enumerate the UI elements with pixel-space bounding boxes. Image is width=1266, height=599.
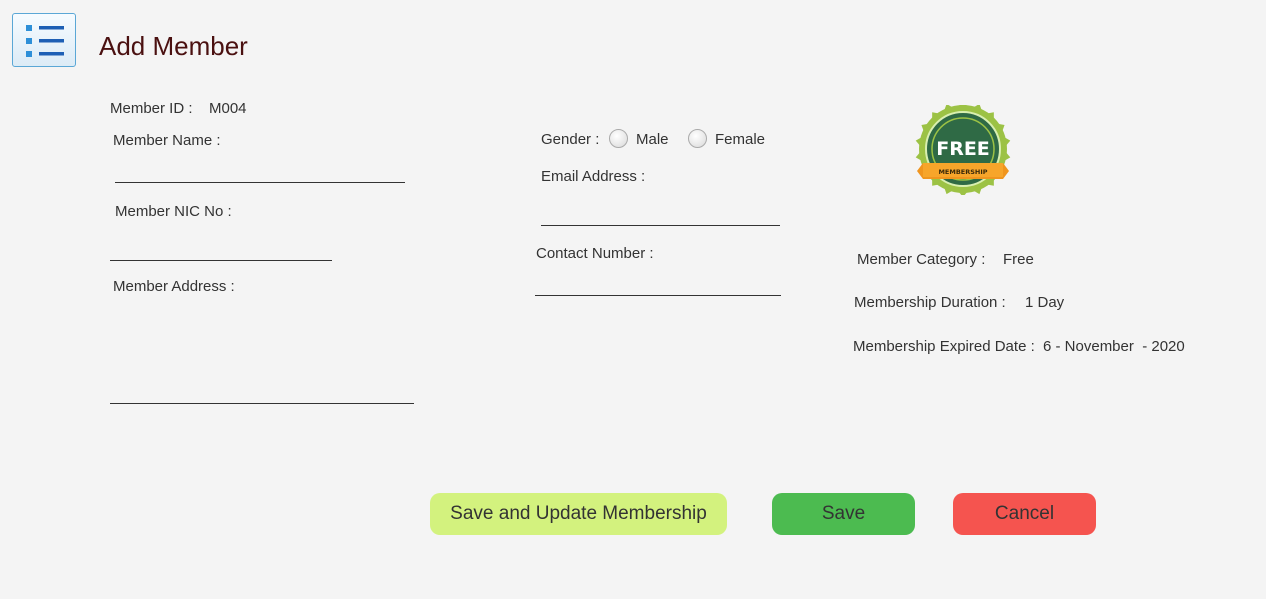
email-field[interactable] (541, 200, 780, 226)
gender-female-radio[interactable] (688, 129, 707, 148)
member-name-label: Member Name : (113, 132, 221, 149)
contact-number-field[interactable] (535, 270, 781, 296)
member-address-field[interactable] (110, 300, 414, 404)
member-id-label: Member ID : (110, 100, 193, 117)
member-category-value: Free (1003, 251, 1034, 268)
member-nic-field[interactable] (110, 236, 332, 261)
member-category-label: Member Category : (857, 251, 986, 268)
membership-expiry-label: Membership Expired Date : (853, 338, 1035, 355)
page-title: Add Member (99, 31, 248, 61)
member-nic-label: Member NIC No : (115, 203, 232, 220)
member-id-value: M004 (209, 100, 247, 117)
gender-female-label: Female (715, 131, 766, 148)
gender-male-radio[interactable] (609, 129, 628, 148)
gender-label: Gender : (541, 131, 600, 148)
badge-text: FREE (936, 138, 990, 160)
cancel-button[interactable]: Cancel (953, 493, 1096, 535)
membership-duration-value: 1 Day (1025, 294, 1065, 311)
membership-duration-label: Membership Duration : (854, 294, 1006, 311)
list-icon (26, 25, 64, 57)
menu-button[interactable] (12, 13, 76, 67)
gender-male-label: Male (636, 131, 669, 148)
member-address-label: Member Address : (113, 278, 235, 295)
member-name-field[interactable] (115, 158, 405, 183)
contact-number-label: Contact Number : (536, 245, 654, 262)
membership-expiry-value: 6 - November - 2020 (1043, 338, 1185, 355)
badge-ribbon-text: MEMBERSHIP (938, 168, 987, 176)
save-and-update-membership-button[interactable]: Save and Update Membership (430, 493, 727, 535)
save-button[interactable]: Save (772, 493, 915, 535)
email-label: Email Address : (541, 168, 646, 185)
free-membership-badge: FREE MEMBERSHIP (915, 105, 1011, 195)
